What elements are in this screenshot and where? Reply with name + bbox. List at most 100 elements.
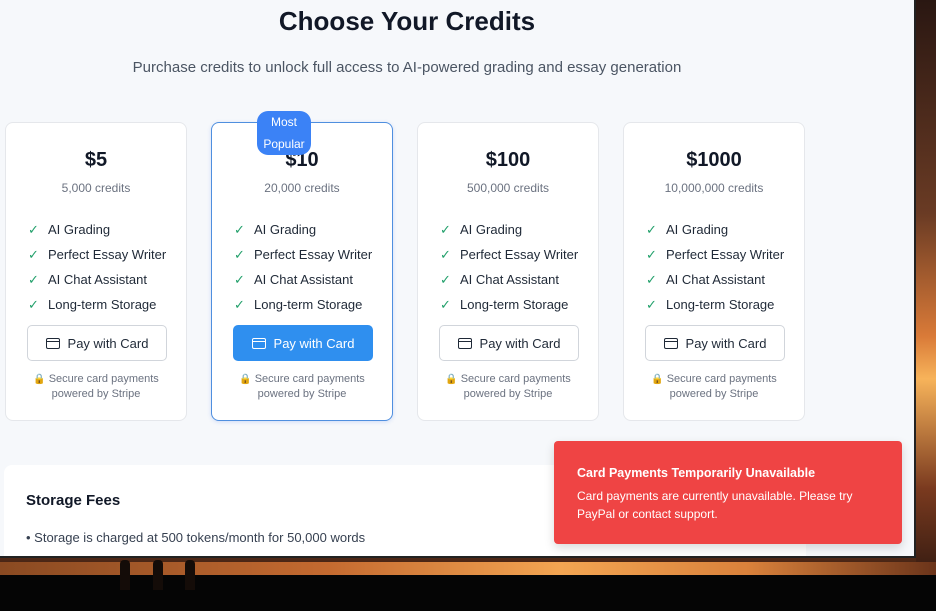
feature-label: AI Grading <box>460 222 523 237</box>
feature-item: ✓ Long-term Storage <box>234 292 372 317</box>
wallpaper-edge <box>916 0 936 611</box>
pay-button-label: Pay with Card <box>479 335 561 351</box>
plan-card-5: $5 5,000 credits ✓ AI Grading ✓ Perfect Es… <box>5 122 187 421</box>
lock-icon: 🔒 <box>33 374 46 385</box>
feature-list: ✓ AI Grading ✓ Perfect Essay Writer ✓ AI Ch… <box>234 217 372 317</box>
feature-item: ✓ Perfect Essay Writer <box>440 242 578 267</box>
secure-note: 🔒 Secure card payments powered by Stripe <box>418 372 598 402</box>
secure-note-line2: powered by Stripe <box>669 388 759 400</box>
plan-price: $100 <box>485 149 531 171</box>
feature-item: ✓ AI Grading <box>646 217 784 242</box>
toast-message: Card payments are currently unavailable.… <box>577 489 853 521</box>
plan-credits: 500,000 credits <box>466 181 550 195</box>
secure-note: 🔒 Secure card payments powered by Stripe <box>212 372 392 402</box>
feature-label: AI Grading <box>48 222 111 237</box>
pay-with-card-button[interactable]: Pay with Card <box>645 325 785 361</box>
feature-label: Long-term Storage <box>48 297 157 312</box>
check-icon: ✓ <box>440 246 451 262</box>
feature-item: ✓ AI Chat Assistant <box>646 267 784 292</box>
page-subtitle: Purchase credits to unlock full access t… <box>132 59 682 76</box>
credit-card-icon <box>663 337 678 349</box>
plan-price: $5 <box>84 149 108 171</box>
feature-label: Long-term Storage <box>254 297 363 312</box>
wallpaper-figure <box>120 560 130 590</box>
most-popular-badge: Most Popular <box>257 111 311 155</box>
secure-note: 🔒 Secure card payments powered by Stripe <box>624 372 804 402</box>
feature-item: ✓ AI Chat Assistant <box>234 267 372 292</box>
check-icon: ✓ <box>234 271 245 287</box>
pay-button-label: Pay with Card <box>273 335 355 351</box>
pay-with-card-button[interactable]: Pay with Card <box>27 325 167 361</box>
storage-fee-line: • Storage is charged at 500 tokens/month… <box>26 530 366 545</box>
wallpaper-figure <box>185 560 195 590</box>
feature-label: AI Grading <box>254 222 317 237</box>
check-icon: ✓ <box>440 271 451 287</box>
secure-note: 🔒 Secure card payments powered by Stripe <box>6 372 186 402</box>
plan-price: $1000 <box>686 149 742 171</box>
secure-note-line1: Secure card payments <box>460 373 571 385</box>
feature-item: ✓ AI Grading <box>28 217 166 242</box>
secure-note-line1: Secure card payments <box>666 373 777 385</box>
feature-label: AI Grading <box>666 222 729 237</box>
check-icon: ✓ <box>234 296 245 312</box>
pay-with-card-button[interactable]: Pay with Card <box>233 325 373 361</box>
feature-label: Perfect Essay Writer <box>48 247 167 262</box>
feature-label: AI Chat Assistant <box>460 272 559 287</box>
feature-label: Perfect Essay Writer <box>460 247 579 262</box>
feature-item: ✓ Perfect Essay Writer <box>646 242 784 267</box>
plan-card-1000: $1000 10,000,000 credits ✓ AI Grading ✓ Pe… <box>623 122 805 421</box>
check-icon: ✓ <box>234 221 245 237</box>
wallpaper-figure <box>153 560 163 590</box>
pay-button-label: Pay with Card <box>67 335 149 351</box>
secure-note-line2: powered by Stripe <box>257 388 347 400</box>
check-icon: ✓ <box>440 296 451 312</box>
lock-icon: 🔒 <box>651 374 664 385</box>
plan-credits: 5,000 credits <box>61 181 131 195</box>
check-icon: ✓ <box>28 221 39 237</box>
feature-item: ✓ Long-term Storage <box>440 292 578 317</box>
feature-item: ✓ Perfect Essay Writer <box>28 242 166 267</box>
plan-credits: 10,000,000 credits <box>664 181 764 195</box>
check-icon: ✓ <box>28 296 39 312</box>
secure-note-line1: Secure card payments <box>254 373 365 385</box>
feature-item: ✓ Perfect Essay Writer <box>234 242 372 267</box>
feature-list: ✓ AI Grading ✓ Perfect Essay Writer ✓ AI Ch… <box>646 217 784 317</box>
feature-label: AI Chat Assistant <box>666 272 765 287</box>
feature-label: Long-term Storage <box>666 297 775 312</box>
feature-item: ✓ AI Chat Assistant <box>28 267 166 292</box>
error-toast[interactable]: Card Payments Temporarily Unavailable Ca… <box>554 441 902 544</box>
secure-note-line2: powered by Stripe <box>51 388 141 400</box>
check-icon: ✓ <box>646 296 657 312</box>
lock-icon: 🔒 <box>445 374 458 385</box>
feature-label: Long-term Storage <box>460 297 569 312</box>
feature-item: ✓ Long-term Storage <box>646 292 784 317</box>
secure-note-line1: Secure card payments <box>48 373 159 385</box>
check-icon: ✓ <box>234 246 245 262</box>
page-title: Choose Your Credits <box>278 6 536 36</box>
plan-card-100: $100 500,000 credits ✓ AI Grading ✓ Perfec… <box>417 122 599 421</box>
toast-title: Card Payments Temporarily Unavailable <box>577 466 816 480</box>
feature-label: AI Chat Assistant <box>48 272 147 287</box>
feature-item: ✓ AI Grading <box>440 217 578 242</box>
check-icon: ✓ <box>646 271 657 287</box>
pay-with-card-button[interactable]: Pay with Card <box>439 325 579 361</box>
credit-card-icon <box>251 337 266 349</box>
lock-icon: 🔒 <box>239 374 252 385</box>
storage-fees-title: Storage Fees <box>26 492 121 509</box>
feature-label: AI Chat Assistant <box>254 272 353 287</box>
plan-card-10: Most Popular $10 20,000 credits ✓ AI Grad… <box>211 111 393 421</box>
plan-credits: 20,000 credits <box>264 181 340 195</box>
check-icon: ✓ <box>646 221 657 237</box>
feature-label: Perfect Essay Writer <box>666 247 785 262</box>
feature-list: ✓ AI Grading ✓ Perfect Essay Writer ✓ AI Ch… <box>28 217 166 317</box>
feature-item: ✓ AI Grading <box>234 217 372 242</box>
check-icon: ✓ <box>28 246 39 262</box>
credit-card-icon <box>45 337 60 349</box>
feature-label: Perfect Essay Writer <box>254 247 373 262</box>
app-window: Choose Your Credits Purchase credits to … <box>0 0 916 558</box>
wallpaper-silhouette <box>0 575 936 611</box>
feature-item: ✓ AI Chat Assistant <box>440 267 578 292</box>
pay-button-label: Pay with Card <box>685 335 767 351</box>
check-icon: ✓ <box>28 271 39 287</box>
credit-card-icon <box>457 337 472 349</box>
